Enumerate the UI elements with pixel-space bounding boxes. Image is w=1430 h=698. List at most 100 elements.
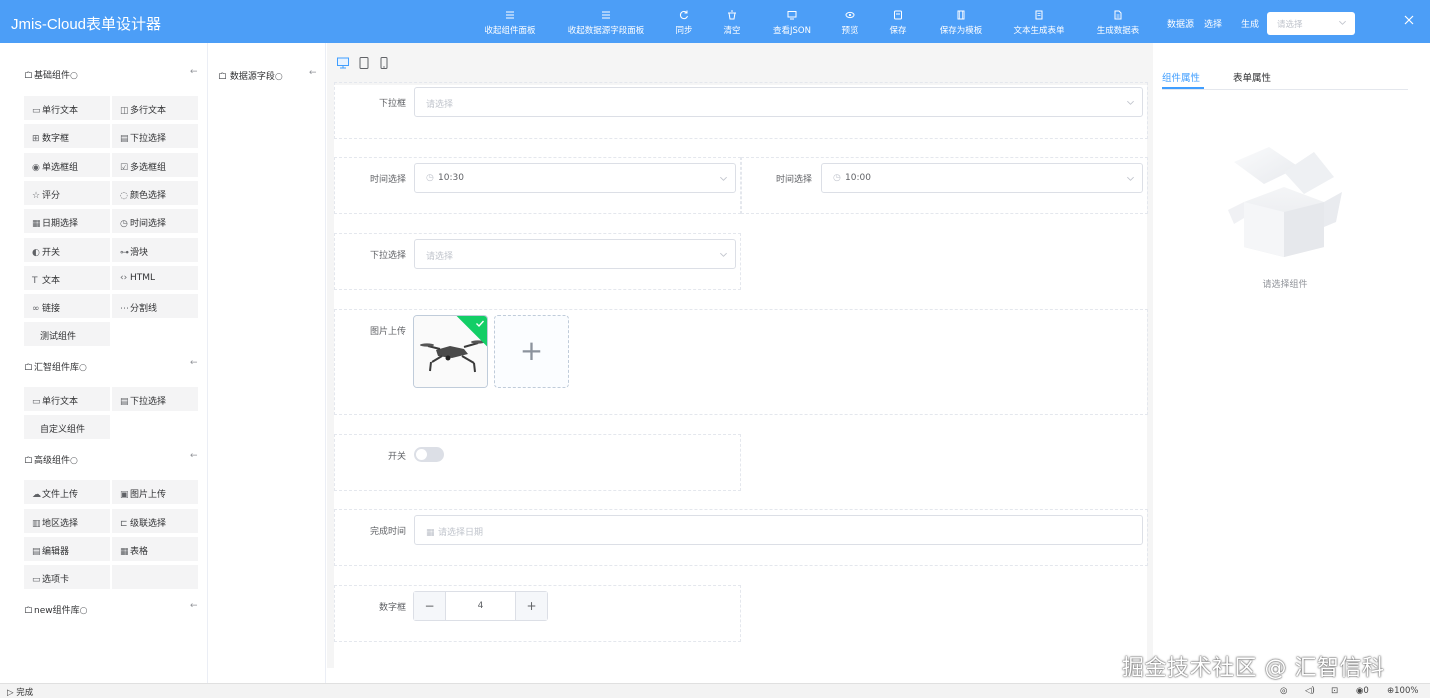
radio-icon: ◉ (32, 163, 40, 173)
component-html[interactable]: ‹› HTML (112, 266, 198, 290)
field-label: 完成时间 (369, 527, 406, 537)
field-label: 下拉框 (378, 99, 406, 109)
component-custom[interactable]: 自定义组件 (24, 415, 110, 439)
save-button[interactable]: 保存 (884, 10, 912, 40)
number-stepper[interactable]: − 4 + (413, 591, 548, 621)
mobile-icon[interactable] (378, 57, 390, 69)
component-editor[interactable]: ▤编辑器 (24, 537, 110, 561)
component-slider[interactable]: ⊶滑块 (112, 238, 198, 262)
zoom-level[interactable]: ⊕100% (1387, 686, 1418, 696)
uploaded-image-thumbnail[interactable] (413, 315, 488, 388)
clock-icon: ◷ (833, 173, 841, 183)
increment-button[interactable]: + (515, 592, 547, 620)
component-file-upload[interactable]: ☁文件上传 (24, 480, 110, 504)
cascader-icon: ⊏ (120, 519, 128, 529)
component-switch[interactable]: ◐ 开关 (24, 238, 110, 262)
collapse-arrow-icon[interactable]: ← (309, 68, 317, 78)
stepper-value[interactable]: 4 (446, 601, 515, 611)
plus-icon: + (519, 334, 544, 367)
component-link[interactable]: ∞ 链接 (24, 294, 110, 318)
component-divider[interactable]: ⋯分割线 (112, 294, 198, 318)
tab-active-indicator (1162, 87, 1204, 89)
time-picker-2[interactable]: ◷ 10:00 (821, 163, 1143, 193)
component-multi-line-text[interactable]: ◫多行文本 (112, 96, 198, 120)
collapse-arrow-icon[interactable]: ← (190, 601, 198, 611)
watermark: 掘金技术社区 @ 汇智信科 (1122, 656, 1385, 681)
text-icon: T (32, 276, 38, 286)
select-icon: ▤ (120, 397, 129, 407)
fields-panel-title[interactable]: 数据源字段○ (218, 69, 283, 82)
component-text[interactable]: T 文本 (24, 266, 110, 290)
monitor-icon (787, 11, 797, 20)
puzzle-icon (24, 606, 33, 614)
badge-count[interactable]: ◉0 (1356, 686, 1369, 696)
play-icon: ▷ (7, 688, 14, 698)
calendar-icon: ▦ (426, 528, 435, 538)
shield-icon[interactable]: ◎ (1280, 686, 1287, 696)
desktop-icon[interactable] (337, 57, 349, 69)
input-icon: ▭ (32, 397, 41, 407)
speaker-icon[interactable]: ◁) (1305, 686, 1315, 696)
tablet-icon[interactable] (358, 57, 370, 69)
header-select[interactable]: 请选择 (1267, 12, 1355, 35)
component-checkbox-group[interactable]: ☑ 多选框组 (112, 153, 198, 177)
component-color-picker[interactable]: ◌ 颜色选择 (112, 181, 198, 205)
component-number[interactable]: ⊞ 数字框 (24, 124, 110, 148)
group-title-basic[interactable]: 基础组件○ (24, 68, 78, 81)
group-title-huizhi[interactable]: 汇智组件库○ (24, 360, 87, 373)
chevron-down-icon (1127, 176, 1134, 181)
text-to-form-button[interactable]: 文本生成表单 (1009, 10, 1069, 40)
table-icon: ▦ (120, 547, 129, 557)
component-cascader[interactable]: ⊏ 级联选择 (112, 509, 198, 533)
component-huizhi-select[interactable]: ▤下拉选择 (112, 387, 198, 411)
component-huizhi-single-line-text[interactable]: ▭单行文本 (24, 387, 110, 411)
tab-component-props[interactable]: 组件属性 (1162, 70, 1200, 84)
tabs-divider (1162, 89, 1408, 90)
time-picker-1[interactable]: ◷ 10:30 (414, 163, 736, 193)
select-2[interactable]: 请选择 (414, 239, 736, 269)
save-as-template-button[interactable]: 保存为模板 (934, 10, 988, 40)
component-radio-group[interactable]: ◉ 单选框组 (24, 153, 110, 177)
date-picker[interactable]: ▦ 请选择日期 (414, 515, 1143, 545)
clock-icon: ◷ (426, 173, 434, 183)
component-select[interactable]: ▤下拉选择 (112, 124, 198, 148)
toggle-switch[interactable] (414, 447, 444, 462)
component-image-upload[interactable]: ▣图片上传 (112, 480, 198, 504)
clear-button[interactable]: 清空 (718, 10, 746, 40)
tab-form-props[interactable]: 表单属性 (1233, 70, 1271, 84)
group-title-new[interactable]: new组件库○ (24, 603, 87, 616)
component-time-picker[interactable]: ◷ 时间选择 (112, 209, 198, 233)
select-datasource-link[interactable]: 选择 (1204, 17, 1222, 30)
generate-table-button[interactable]: 生成数据表 (1092, 10, 1144, 40)
slider-icon: ⊶ (120, 248, 129, 258)
component-rate[interactable]: ☆ 评分 (24, 181, 110, 205)
collapse-arrow-icon[interactable]: ← (190, 67, 198, 77)
component-single-line-text[interactable]: ▭单行文本 (24, 96, 110, 120)
view-json-button[interactable]: 查看JSON (767, 10, 817, 40)
save-icon (894, 10, 902, 20)
share-icon[interactable]: ⊡ (1331, 686, 1338, 696)
chevron-down-icon (720, 176, 727, 181)
group-title-advanced[interactable]: 高级组件○ (24, 453, 78, 466)
dropdown-select[interactable]: 请选择 (414, 87, 1143, 117)
component-table[interactable]: ▦表格 (112, 537, 198, 561)
sync-button[interactable]: 同步 (670, 10, 698, 40)
delete-icon (728, 10, 736, 20)
component-tabs[interactable]: ▭选项卡 (24, 565, 110, 589)
decrement-button[interactable]: − (414, 592, 446, 620)
upload-add-button[interactable]: + (494, 315, 569, 388)
collapse-fields-button[interactable]: 收起数据源字段面板 (563, 10, 649, 40)
number-icon: ⊞ (32, 134, 40, 144)
component-date-picker[interactable]: ▦日期选择 (24, 209, 110, 233)
close-icon[interactable] (1402, 13, 1416, 27)
collapse-components-button[interactable]: 收起组件面板 (480, 10, 540, 40)
component-test[interactable]: 测试组件 (24, 322, 110, 346)
preview-button[interactable]: 预览 (836, 10, 864, 40)
select-icon: ▤ (120, 134, 129, 144)
field-label: 时间选择 (775, 175, 812, 185)
form-row-switch[interactable] (334, 434, 741, 491)
datasource-label[interactable]: 数据源 (1167, 17, 1194, 30)
component-region-select[interactable]: ▥地区选择 (24, 509, 110, 533)
collapse-arrow-icon[interactable]: ← (190, 358, 198, 368)
collapse-arrow-icon[interactable]: ← (190, 451, 198, 461)
